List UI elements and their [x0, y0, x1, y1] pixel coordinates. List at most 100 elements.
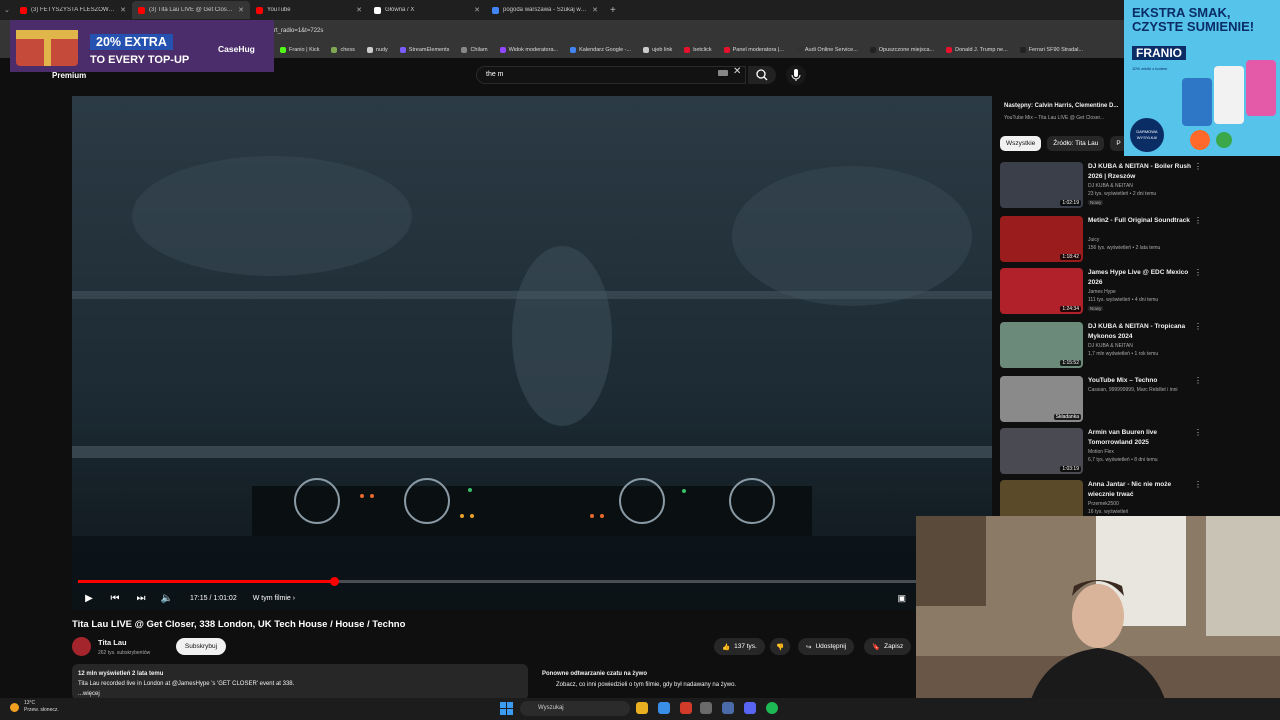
recommendation-item[interactable]: Składanka YouTube Mix – Techno Cassian, 99…: [1000, 376, 1210, 426]
recommendation-title[interactable]: Metin2 - Full Original Soundtrack: [1088, 216, 1196, 226]
bookmark-item[interactable]: Panel moderatora |...: [723, 47, 784, 53]
browser-tab[interactable]: YouTube ✕: [250, 1, 368, 19]
channel-name[interactable]: Tita Lau: [98, 638, 127, 647]
bookmark-item[interactable]: Chilam: [461, 47, 488, 53]
avatar[interactable]: [72, 637, 91, 656]
video-thumbnail[interactable]: 1:02:19: [1000, 162, 1083, 208]
weather-widget[interactable]: 13°C Przew. słonecz.: [24, 700, 59, 714]
browser-tab[interactable]: (3) FETYSZYSTA FLESZOWY | C... ✕: [14, 1, 132, 19]
voice-search-button[interactable]: [786, 65, 806, 85]
progress-scrubber[interactable]: [329, 577, 339, 586]
bookmark-item[interactable]: Audi Online Service...: [795, 47, 858, 53]
more-options-icon[interactable]: ⋮: [1194, 268, 1202, 277]
more-options-icon[interactable]: ⋮: [1194, 376, 1202, 385]
new-tab-icon[interactable]: +: [604, 5, 622, 16]
video-player[interactable]: [72, 96, 992, 610]
bookmark-item[interactable]: ujeb link: [643, 47, 672, 53]
recommendation-item[interactable]: 1:02:19 DJ KUBA & NEITAN - Boiler Rush 20…: [1000, 162, 1210, 212]
save-button[interactable]: 🔖 Zapisz: [864, 638, 912, 655]
recommendation-channel[interactable]: James Hype: [1088, 289, 1116, 295]
recommendation-channel[interactable]: Juicy: [1088, 237, 1099, 243]
keyboard-icon[interactable]: [718, 70, 728, 76]
windows-start-icon[interactable]: [500, 702, 513, 715]
close-tab-icon[interactable]: ✕: [592, 6, 598, 14]
recommendation-title[interactable]: Anna Jantar - Nic nie może wiecznie trwa…: [1088, 480, 1196, 500]
filter-chip[interactable]: Źródło: Tita Lau: [1047, 136, 1105, 151]
bookmark-item[interactable]: nudy: [366, 47, 388, 53]
bookmark-favicon-icon: [499, 47, 506, 53]
url-text[interactable]: rt_radio=1&t=722s: [274, 28, 323, 34]
bookmark-item[interactable]: Kalendarz Google -...: [570, 47, 631, 53]
chapters-button[interactable]: W tym filmie ›: [253, 595, 295, 602]
share-button[interactable]: ↪ Udostępnij: [798, 638, 855, 655]
bookmark-item[interactable]: Ferrari SF90 Stradal...: [1019, 47, 1083, 53]
more-options-icon[interactable]: ⋮: [1194, 428, 1202, 437]
video-thumbnail[interactable]: Składanka: [1000, 376, 1083, 422]
like-button[interactable]: 👍 137 tys.: [714, 638, 765, 655]
recommendation-channel[interactable]: Motion Flex: [1088, 449, 1114, 455]
file-explorer-icon[interactable]: [636, 702, 648, 714]
bookmark-item[interactable]: chess: [331, 47, 355, 53]
recommendation-title[interactable]: DJ KUBA & NEITAN - Boiler Rush 2026 | Rz…: [1088, 162, 1196, 182]
discord-icon[interactable]: [744, 702, 756, 714]
recommendation-item[interactable]: 1:15:52 DJ KUBA & NEITAN - Tropicana Myko…: [1000, 322, 1210, 372]
close-tab-icon[interactable]: ✕: [120, 6, 126, 14]
search-button[interactable]: [748, 66, 776, 84]
description-box[interactable]: 12 mln wyświetleń 2 lata temu Tita Lau r…: [72, 664, 528, 700]
subscribe-button[interactable]: Subskrybuj: [176, 638, 226, 655]
browser-tab[interactable]: Główna / X ✕: [368, 1, 486, 19]
more-options-icon[interactable]: ⋮: [1194, 162, 1202, 171]
video-thumbnail[interactable]: 1:15:52: [1000, 322, 1083, 368]
chrome-icon[interactable]: [658, 702, 670, 714]
recommendation-title[interactable]: Armin van Buuren live Tomorrowland 2025: [1088, 428, 1196, 448]
more-options-icon[interactable]: ⋮: [1194, 322, 1202, 331]
bookmark-favicon-icon: [869, 47, 876, 53]
bookmark-item[interactable]: Donald J. Trump ne...: [946, 47, 1008, 53]
bookmark-item[interactable]: Franio | Kick: [280, 47, 319, 53]
volume-icon[interactable]: 🔈: [158, 593, 176, 604]
recommendation-title[interactable]: YouTube Mix – Techno: [1088, 376, 1196, 386]
recommendation-channel[interactable]: Cassian, 999999999, Marc Rebillet i inni: [1088, 387, 1178, 393]
recommendation-item[interactable]: 1:18:42 Metin2 - Full Original Soundtrack…: [1000, 216, 1210, 266]
recommendation-channel[interactable]: DJ KUBA & NEITAN: [1088, 343, 1133, 349]
chat-replay-text: Zobacz, co inni powiedzieli o tym filmie…: [556, 682, 737, 688]
recommendation-channel[interactable]: DJ KUBA & NEITAN: [1088, 183, 1133, 189]
subscriber-count: 262 tys. subskrybentów: [98, 650, 151, 656]
premium-label[interactable]: Premium: [52, 71, 86, 80]
bookmark-item[interactable]: Opuszczone miejsca...: [869, 47, 934, 53]
bookmark-item[interactable]: StreamElements: [399, 47, 449, 53]
recommendation-item[interactable]: 1:24:34 James Hype Live @ EDC Mexico 2026…: [1000, 268, 1210, 318]
search-input[interactable]: the m: [476, 66, 746, 84]
app-icon-2[interactable]: [700, 702, 712, 714]
filter-chip[interactable]: Wszystkie: [1000, 136, 1042, 151]
browser-tab[interactable]: pogoda warszawa - Szukaj w G... ✕: [486, 1, 604, 19]
taskbar-search[interactable]: Wyszukaj: [520, 701, 630, 716]
bookmark-item[interactable]: betclick: [684, 47, 712, 53]
recommendation-meta: 6,7 tys. wyświetleń • 8 dni temu: [1088, 457, 1158, 463]
settings-icon[interactable]: [722, 702, 734, 714]
next-icon[interactable]: ⏭: [132, 593, 150, 604]
browser-tab[interactable]: (3) Tita Lau LIVE @ Get Closer... ✕: [132, 1, 250, 19]
recommendation-channel[interactable]: Przemek2500: [1088, 501, 1119, 507]
more-options-icon[interactable]: ⋮: [1194, 216, 1202, 225]
bookmark-item[interactable]: Widok moderatora...: [499, 47, 558, 53]
recommendation-title[interactable]: DJ KUBA & NEITAN - Tropicana Mykonos 202…: [1088, 322, 1196, 342]
close-tab-icon[interactable]: ✕: [238, 6, 244, 14]
more-options-icon[interactable]: ⋮: [1194, 480, 1202, 489]
play-icon[interactable]: ▶: [80, 593, 98, 604]
tab-list-icon[interactable]: ⌄: [4, 6, 14, 14]
video-thumbnail[interactable]: 1:24:34: [1000, 268, 1083, 314]
recommendation-item[interactable]: 1:03:19 Armin van Buuren live Tomorrowlan…: [1000, 428, 1210, 478]
close-tab-icon[interactable]: ✕: [356, 6, 362, 14]
spotify-icon[interactable]: [766, 702, 778, 714]
close-icon[interactable]: ✕: [733, 66, 741, 77]
video-thumbnail[interactable]: 1:18:42: [1000, 216, 1083, 262]
video-thumbnail[interactable]: 1:03:19: [1000, 428, 1083, 474]
recommendation-title[interactable]: James Hype Live @ EDC Mexico 2026: [1088, 268, 1196, 288]
miniplayer-icon[interactable]: ▣: [897, 593, 906, 604]
previous-icon[interactable]: ⏮: [106, 593, 124, 604]
progress-bar[interactable]: [78, 577, 988, 586]
app-icon[interactable]: [680, 702, 692, 714]
close-tab-icon[interactable]: ✕: [474, 6, 480, 14]
dislike-button[interactable]: 👎: [770, 638, 791, 655]
